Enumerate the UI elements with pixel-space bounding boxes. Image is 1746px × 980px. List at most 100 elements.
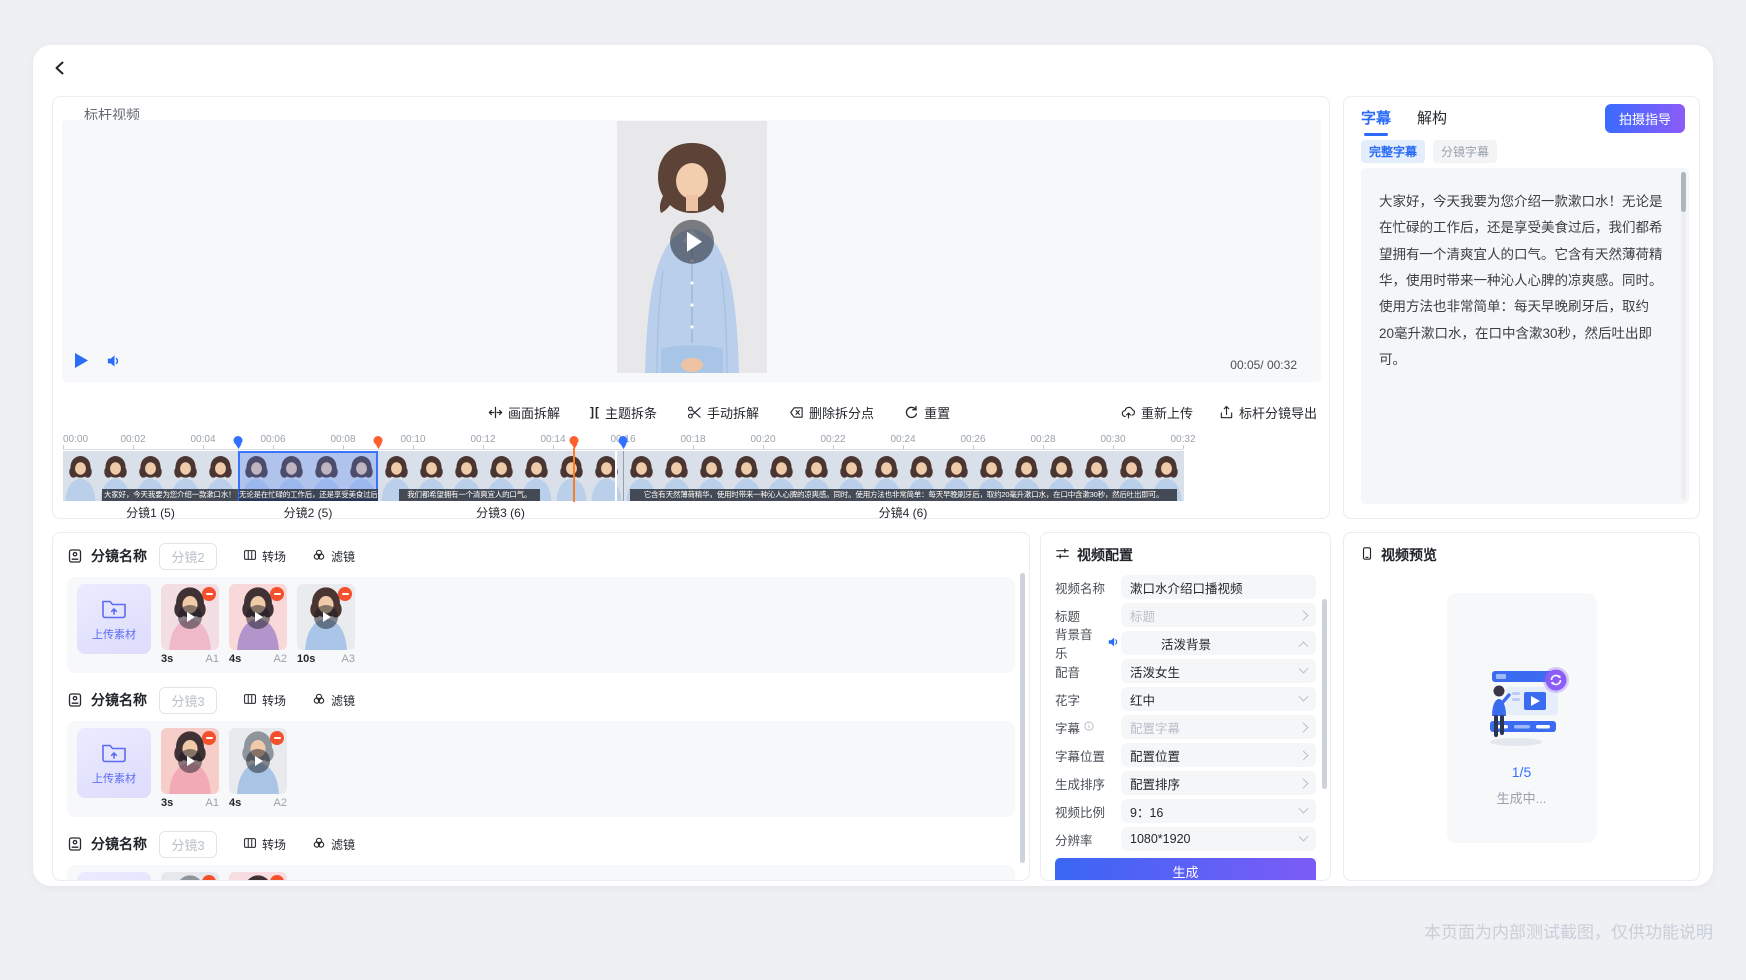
subtitle-textarea[interactable]: 大家好，今天我要为您介绍一款漱口水！无论是在忙碌的工作后，还是享受美食过后，我们…	[1361, 168, 1689, 504]
ruler-tick-mark	[343, 445, 344, 449]
scrollbar-track	[1681, 172, 1686, 500]
volume-button[interactable]	[106, 353, 123, 374]
upload-material-button[interactable]: 上传素材	[77, 584, 151, 654]
upload-material-button[interactable]: 上传素材	[77, 872, 151, 881]
transition-button[interactable]: 转场	[243, 548, 286, 565]
transition-button[interactable]: 转场	[243, 692, 286, 709]
config-field-label: 背景音乐	[1055, 624, 1121, 662]
clip-meta: 4sA2	[229, 653, 287, 665]
shot-name-input[interactable]: 分镜2	[159, 543, 217, 570]
playhead-marker[interactable]	[570, 436, 579, 449]
filter-button[interactable]: 滤镜	[312, 548, 355, 565]
play-icon[interactable]	[246, 605, 270, 629]
video-thumbnail[interactable]	[617, 121, 767, 373]
subtitle-tabs: 字幕 解构	[1361, 107, 1447, 128]
upload-material-button[interactable]: 上传素材	[77, 728, 151, 798]
clip-thumbnail[interactable]	[229, 872, 287, 881]
shot-clips-strip: 上传素材3sA14sA2	[67, 721, 1015, 817]
clip-thumbnail[interactable]	[161, 728, 219, 794]
clip-item[interactable]: 3sA1	[161, 584, 219, 665]
scrollbar-thumb[interactable]	[1322, 599, 1327, 789]
filter-button[interactable]: 滤镜	[312, 836, 355, 853]
remove-clip-button[interactable]	[270, 587, 284, 601]
scrollbar-thumb[interactable]	[1020, 573, 1025, 863]
clip-tag: A3	[342, 653, 355, 665]
clip-thumbnail[interactable]	[229, 584, 287, 650]
segment-start-marker[interactable]	[234, 436, 243, 449]
field-value: 活泼女生	[1130, 662, 1180, 681]
config-field-select[interactable]: 红中	[1121, 687, 1316, 711]
shoot-guide-button[interactable]: 拍摄指导	[1605, 104, 1685, 133]
config-row: 生成排序配置排序	[1055, 771, 1316, 795]
clip-thumbnail[interactable]	[297, 584, 355, 650]
filmstrip-frame[interactable]	[589, 451, 624, 501]
play-icon[interactable]	[246, 749, 270, 773]
playhead[interactable]	[573, 448, 575, 502]
timeline-segment[interactable]: 大家好，今天我要为您介绍一款漱口水！	[63, 451, 238, 501]
filmstrip-frame[interactable]	[63, 451, 98, 501]
back-button[interactable]	[49, 59, 71, 81]
config-field-select[interactable]: 活泼背景	[1121, 631, 1316, 655]
segment-end-marker[interactable]	[374, 436, 383, 449]
ruler-tick-label: 00:14	[540, 434, 565, 445]
shot-name-input[interactable]: 分镜3	[159, 831, 217, 858]
topic-split-button[interactable]: ][主题拆条	[590, 403, 657, 422]
clip-item[interactable]	[229, 872, 287, 881]
clip-item[interactable]: 3sA1	[161, 728, 219, 809]
clip-thumbnail[interactable]	[161, 872, 219, 881]
generate-button[interactable]: 生成	[1055, 858, 1316, 881]
clip-item[interactable]: 10sA3	[297, 584, 355, 665]
ruler-tick-mark	[273, 445, 274, 449]
export-shots-button[interactable]: 标杆分镜导出	[1219, 403, 1317, 422]
scrollbar-thumb[interactable]	[1681, 172, 1686, 212]
play-overlay-icon[interactable]	[670, 220, 714, 264]
remove-clip-button[interactable]	[270, 731, 284, 745]
tab-structure[interactable]: 解构	[1417, 107, 1447, 128]
play-button[interactable]	[75, 353, 88, 373]
manual-split-button[interactable]: 手动拆解	[687, 403, 759, 422]
clip-meta: 3sA1	[161, 653, 219, 665]
config-field-select[interactable]: 标题	[1121, 603, 1316, 627]
remove-clip-button[interactable]	[202, 587, 216, 601]
play-icon[interactable]	[314, 605, 338, 629]
delete-splitpoint-button[interactable]: 删除拆分点	[789, 403, 874, 422]
clip-item[interactable]: 4sA2	[229, 584, 287, 665]
button-label: 转场	[262, 548, 286, 565]
frame-split-button[interactable]: 画面拆解	[488, 403, 560, 422]
button-label: 重新上传	[1141, 403, 1193, 422]
chip-full-subtitle[interactable]: 完整字幕	[1361, 140, 1425, 163]
clip-item[interactable]	[161, 872, 219, 881]
timeline[interactable]: 00:0000:0200:0400:0600:0800:1000:1200:14…	[63, 434, 1183, 520]
config-field-select[interactable]: 1080*1920	[1121, 827, 1316, 851]
config-field-input[interactable]: 漱口水介绍口播视频	[1121, 575, 1316, 599]
timeline-segment[interactable]: 它含有天然薄荷精华，使用时带来一种沁人心脾的凉爽感。同时。使用方法也非常简单：每…	[623, 451, 1183, 501]
config-field-select[interactable]: 配置位置	[1121, 743, 1316, 767]
segment-boundary-marker[interactable]	[619, 436, 628, 449]
filmstrip-frame[interactable]	[554, 451, 589, 501]
speaker-icon	[1107, 635, 1121, 652]
timeline-segment[interactable]: 无论是在忙碌的工作后，还是享受美食过后，	[238, 451, 378, 501]
clip-thumbnail[interactable]	[161, 584, 219, 650]
remove-clip-button[interactable]	[338, 587, 352, 601]
remove-clip-button[interactable]	[202, 731, 216, 745]
reupload-button[interactable]: 重新上传	[1121, 403, 1193, 422]
filter-icon	[312, 548, 326, 565]
play-icon[interactable]	[178, 605, 202, 629]
config-field-select[interactable]: 配置字幕	[1121, 715, 1316, 739]
shot-section: 分镜名称分镜3转场滤镜上传素材	[67, 831, 1015, 881]
clip-thumbnail[interactable]	[229, 728, 287, 794]
timeline-segment[interactable]: 我们都希望拥有一个清爽宜人的口气。	[378, 451, 623, 501]
filter-button[interactable]: 滤镜	[312, 692, 355, 709]
chip-shot-subtitle[interactable]: 分镜字幕	[1433, 140, 1497, 163]
play-icon[interactable]	[178, 749, 202, 773]
config-field-select[interactable]: 配置排序	[1121, 771, 1316, 795]
shot-name-input[interactable]: 分镜3	[159, 687, 217, 714]
segment-caption: 无论是在忙碌的工作后，还是享受美食过后，	[239, 489, 378, 501]
clip-item[interactable]: 4sA2	[229, 728, 287, 809]
config-field-label: 视频比例	[1055, 802, 1121, 821]
config-field-select[interactable]: 9：16	[1121, 799, 1316, 823]
config-field-select[interactable]: 活泼女生	[1121, 659, 1316, 683]
tab-subtitle[interactable]: 字幕	[1361, 107, 1391, 128]
reset-button[interactable]: 重置	[904, 403, 950, 422]
transition-button[interactable]: 转场	[243, 836, 286, 853]
